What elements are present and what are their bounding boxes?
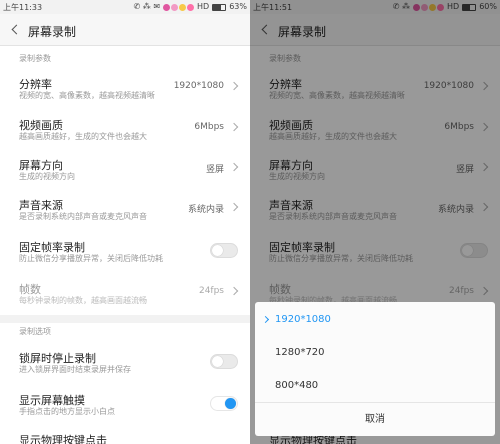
option-1280x720[interactable]: 1280*720 [255,337,495,370]
row-description: 每秒钟录制的帧数，越高画面越流畅 [19,296,147,305]
chevron-right-icon [229,202,239,212]
page-title: 屏幕录制 [28,25,77,39]
setting-row-orientation[interactable]: 屏幕方向 生成的视频方向 竖屏 [0,157,250,189]
sticker-icons [163,3,195,11]
chevron-right-icon [229,162,239,172]
option-800x480[interactable]: 800*480 [255,370,495,403]
section-header-record-options: 录制选项 [19,327,51,336]
section-divider [0,315,250,323]
chevron-right-icon [229,122,239,132]
setting-row-show-key-presses[interactable]: 显示物理按键点击 [0,432,250,444]
chevron-left-icon[interactable] [10,22,24,38]
row-description: 生成的视频方向 [19,172,75,181]
row-value: 6Mbps [194,122,224,132]
section-header-record-params: 录制参数 [19,54,51,63]
title-bar: 屏幕录制 [0,14,250,46]
fixed-framerate-toggle[interactable] [210,243,238,258]
row-label: 显示物理按键点击 [19,434,107,444]
row-description: 进入锁屏界面时结束录屏并保存 [19,365,131,374]
row-value: 竖屏 [205,165,224,175]
option-label: 1280*720 [275,347,325,358]
app-root: 上午11:33 ✆ ⁂ ✉ HD 63% 屏幕录制 录制参数 分辨率 视频的宽、… [0,0,500,444]
flower-icon [187,3,195,11]
setting-row-fixed-framerate: 固定帧率录制 防止微信分享播放异常，关闭后降低功耗 [0,239,250,271]
row-value: 24fps [198,286,224,296]
setting-row-stop-on-lock: 锁屏时停止录制 进入锁屏界面时结束录屏并保存 [0,350,250,382]
row-description: 越高画质越好，生成的文件也会越大 [19,132,147,141]
status-bar: 上午11:33 ✆ ⁂ ✉ HD 63% [0,0,250,14]
chevron-right-icon [229,286,239,296]
hd-indicator: HD [197,2,210,11]
setting-row-audio-source[interactable]: 声音来源 是否录制系统内部声音或麦克风声音 系统内录 [0,197,250,229]
stop-on-lock-toggle[interactable] [210,354,238,369]
setting-row-framerate[interactable]: 帧数 每秒钟录制的帧数，越高画面越流畅 24fps [0,281,250,313]
screen-recording-settings: 上午11:33 ✆ ⁂ ✉ HD 63% 屏幕录制 录制参数 分辨率 视频的宽、… [0,0,250,444]
flower-icon [179,3,187,11]
screen-recording-settings-with-dialog: 上午11:51 ✆ ⁂ HD 60% 屏幕录制 录制参数 分辨率 视频的宽、高像… [250,0,500,444]
option-1920x1080[interactable]: 1920*1080 [255,304,495,337]
row-value: 系统内录 [187,205,224,215]
chevron-right-icon [229,81,239,91]
row-value: 1920*1080 [173,81,224,91]
flower-icon [163,3,171,11]
row-description: 是否录制系统内部声音或麦克风声音 [19,212,147,221]
notification-icons: ✆ ⁂ ✉ [133,2,161,11]
setting-row-video-quality[interactable]: 视频画质 越高画质越好，生成的文件也会越大 6Mbps [0,117,250,149]
setting-row-show-touches: 显示屏幕触摸 手指点击的地方显示小白点 [0,392,250,424]
flower-icon [171,3,179,11]
resolution-picker-dialog: 1920*1080 1280*720 800*480 取消 [255,302,495,436]
option-label: 800*480 [275,380,319,391]
row-description: 视频的宽、高像素数，越高视频越清晰 [19,91,155,100]
battery-percent: 63% [229,2,247,11]
option-label: 1920*1080 [275,314,331,325]
cancel-button[interactable]: 取消 [255,403,495,436]
battery-icon [212,3,227,11]
status-time: 上午11:33 [3,3,43,12]
check-icon [261,315,270,324]
setting-row-resolution[interactable]: 分辨率 视频的宽、高像素数，越高视频越清晰 1920*1080 [0,76,250,108]
show-touches-toggle[interactable] [210,396,238,411]
row-description: 防止微信分享播放异常，关闭后降低功耗 [19,254,163,263]
row-description: 手指点击的地方显示小白点 [19,407,115,416]
